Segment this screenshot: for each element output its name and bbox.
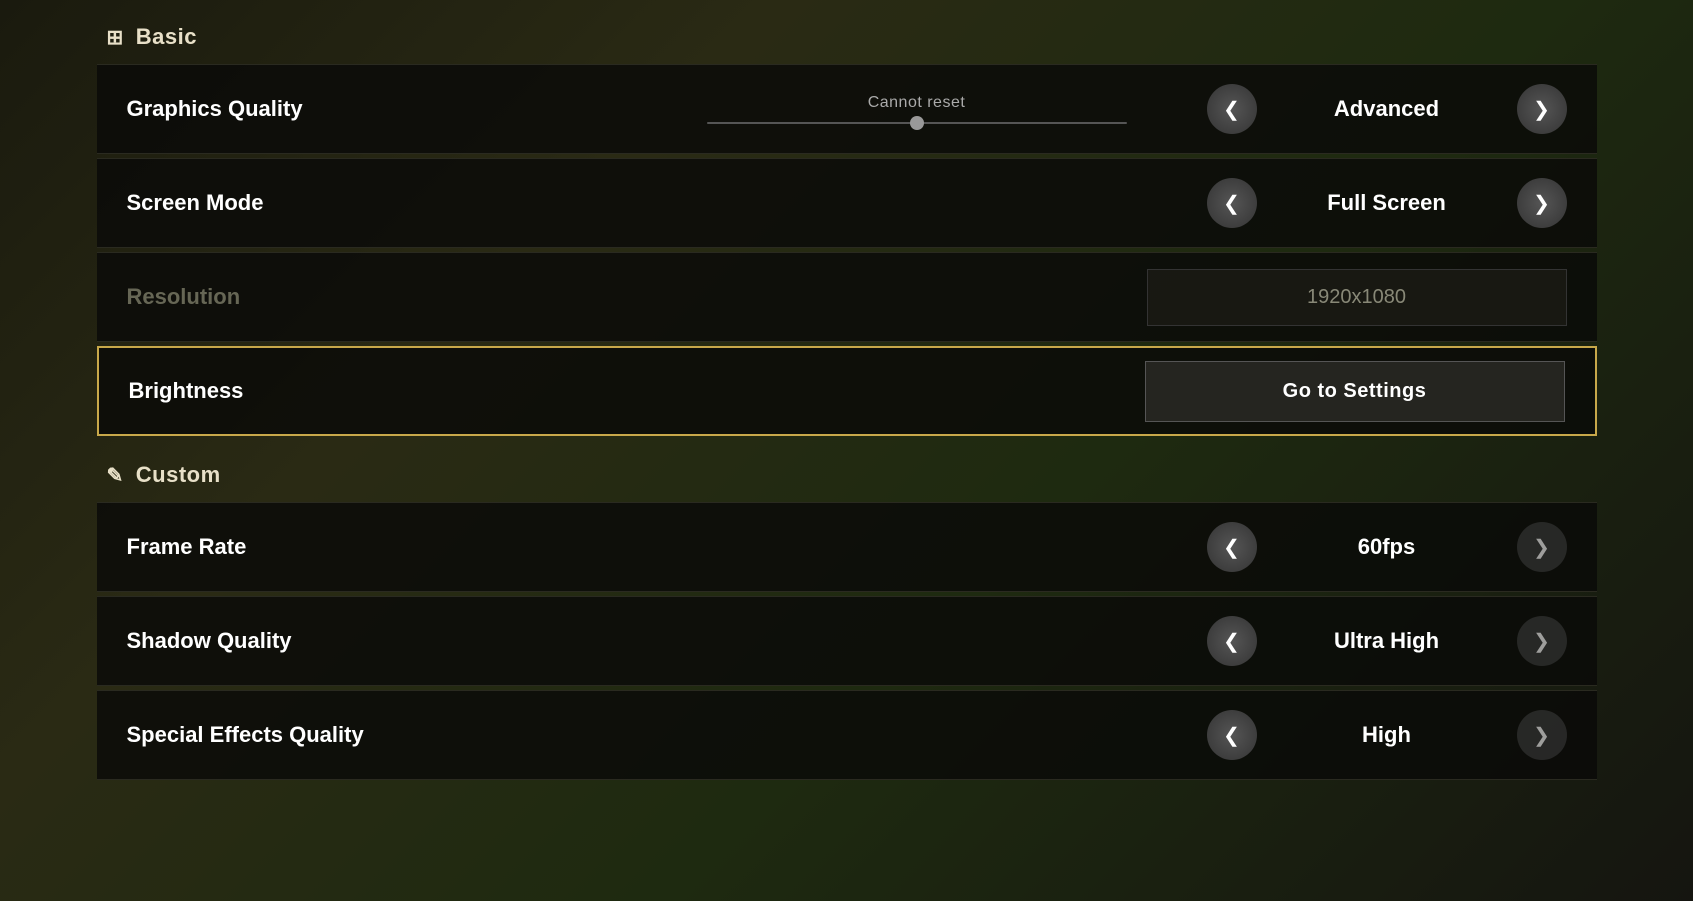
graphics-quality-slider-track[interactable]: [707, 122, 1127, 124]
screen-mode-next-btn[interactable]: ❯: [1517, 178, 1567, 228]
graphics-quality-slider-handle[interactable]: [910, 116, 924, 130]
custom-icon: ✎: [107, 463, 124, 488]
frame-rate-row: Frame Rate ❮ 60fps ❯: [97, 502, 1597, 592]
resolution-label: Resolution: [127, 284, 627, 310]
shadow-quality-label: Shadow Quality: [127, 628, 627, 654]
special-effects-quality-prev-btn[interactable]: ❮: [1207, 710, 1257, 760]
frame-rate-label: Frame Rate: [127, 534, 627, 560]
resolution-row: Resolution 1920x1080: [97, 252, 1597, 342]
special-effects-quality-row: Special Effects Quality ❮ High ❯: [97, 690, 1597, 780]
shadow-quality-next-btn[interactable]: ❯: [1517, 616, 1567, 666]
shadow-quality-control: ❮ Ultra High ❯: [627, 616, 1567, 666]
resolution-value: 1920x1080: [1147, 269, 1567, 326]
frame-rate-prev-btn[interactable]: ❮: [1207, 522, 1257, 572]
shadow-quality-prev-btn[interactable]: ❮: [1207, 616, 1257, 666]
go-to-settings-button[interactable]: Go to Settings: [1145, 361, 1565, 422]
graphics-quality-label: Graphics Quality: [127, 96, 627, 122]
graphics-quality-value: Advanced: [1257, 96, 1517, 122]
screen-mode-control: ❮ Full Screen ❯: [627, 178, 1567, 228]
shadow-quality-value: Ultra High: [1257, 628, 1517, 654]
brightness-control: Go to Settings: [629, 361, 1565, 422]
special-effects-quality-label: Special Effects Quality: [127, 722, 627, 748]
graphics-quality-next-btn[interactable]: ❯: [1517, 84, 1567, 134]
special-effects-quality-control: ❮ High ❯: [627, 710, 1567, 760]
basic-section-header: ⊞ Basic: [97, 10, 1597, 64]
graphics-quality-prev-btn[interactable]: ❮: [1207, 84, 1257, 134]
shadow-quality-row: Shadow Quality ❮ Ultra High ❯: [97, 596, 1597, 686]
custom-section-label: Custom: [136, 462, 221, 488]
graphics-quality-slider-area: Cannot reset: [627, 94, 1207, 124]
cannot-reset-label: Cannot reset: [868, 94, 966, 112]
brightness-label: Brightness: [129, 378, 629, 404]
basic-section-label: Basic: [136, 24, 197, 50]
frame-rate-control: ❮ 60fps ❯: [627, 522, 1567, 572]
frame-rate-next-btn[interactable]: ❯: [1517, 522, 1567, 572]
special-effects-quality-value: High: [1257, 722, 1517, 748]
brightness-row: Brightness Go to Settings: [97, 346, 1597, 436]
screen-mode-row: Screen Mode ❮ Full Screen ❯: [97, 158, 1597, 248]
resolution-control: 1920x1080: [627, 269, 1567, 326]
screen-mode-prev-btn[interactable]: ❮: [1207, 178, 1257, 228]
graphics-quality-control: Cannot reset ❮ Advanced ❯: [627, 84, 1567, 134]
screen-mode-value: Full Screen: [1257, 190, 1517, 216]
screen-mode-label: Screen Mode: [127, 190, 627, 216]
frame-rate-value: 60fps: [1257, 534, 1517, 560]
graphics-quality-row: Graphics Quality Cannot reset ❮ Advanced…: [97, 64, 1597, 154]
special-effects-quality-next-btn[interactable]: ❯: [1517, 710, 1567, 760]
basic-icon: ⊞: [107, 25, 124, 50]
custom-section-header: ✎ Custom: [97, 448, 1597, 502]
